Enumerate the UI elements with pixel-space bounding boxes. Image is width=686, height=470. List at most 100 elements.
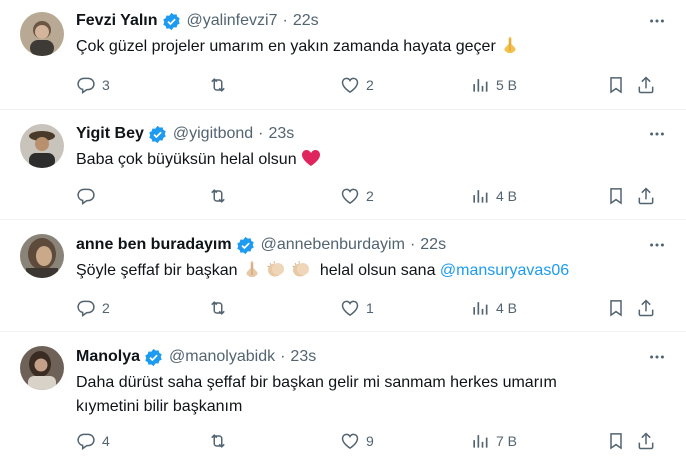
reply-icon [77, 300, 95, 317]
more-options-icon[interactable] [646, 234, 668, 256]
reply-count: 2 [102, 300, 110, 316]
like-count: 1 [366, 300, 374, 316]
tweet-text-line: Daha dürüst saha şeffaf bir başkan gelir… [76, 374, 557, 391]
share-button[interactable] [636, 186, 656, 206]
heart-icon [341, 300, 359, 316]
view-count: 7 B [496, 433, 518, 449]
share-icon [638, 299, 654, 317]
views-button[interactable]: 4 B [470, 298, 517, 318]
tweet[interactable]: Fevzi Yalın @yalinfevzi7 · 22s Çok güzel… [0, 0, 686, 110]
bookmark-button[interactable] [606, 75, 626, 95]
user-handle[interactable]: @yigitbond [173, 125, 253, 143]
avatar[interactable] [20, 12, 64, 56]
more-options-icon[interactable] [646, 10, 668, 32]
reply-button[interactable]: 4 [76, 431, 110, 451]
retweet-button[interactable] [208, 186, 234, 206]
timestamp[interactable]: 22s [420, 236, 446, 254]
folded-hands-emoji-icon [246, 261, 258, 277]
retweet-button[interactable] [208, 431, 234, 451]
tweet-actions: 2 4 B [76, 185, 668, 207]
user-handle[interactable]: @yalinfevzi7 [187, 12, 278, 30]
separator-dot: · [282, 12, 288, 29]
separator-dot: · [280, 348, 286, 365]
reply-count: 3 [102, 77, 110, 93]
avatar-image [20, 124, 64, 168]
retweet-button[interactable] [208, 75, 234, 95]
like-button[interactable]: 2 [340, 75, 374, 95]
display-name[interactable]: Manolya [76, 348, 140, 366]
reply-button[interactable]: 3 [76, 75, 110, 95]
timestamp[interactable]: 23s [269, 125, 295, 143]
view-count: 4 B [496, 300, 518, 316]
bar-chart-icon [473, 190, 488, 203]
verified-badge-icon[interactable] [144, 348, 163, 367]
share-icon [638, 76, 654, 94]
more-options-icon[interactable] [646, 346, 668, 368]
reply-icon [77, 433, 95, 450]
share-button[interactable] [636, 431, 656, 451]
share-icon [638, 187, 654, 205]
tweet-text: Daha dürüst saha şeffaf bir başkan gelir… [76, 371, 668, 419]
separator-dot: · [258, 125, 264, 142]
timestamp[interactable]: 22s [293, 12, 319, 30]
mention-link[interactable]: @mansuryavas06 [440, 262, 569, 279]
timestamp[interactable]: 23s [290, 348, 316, 366]
user-handle[interactable]: @manolyabidk [169, 348, 275, 366]
red-heart-emoji-icon [302, 150, 321, 166]
views-button[interactable]: 5 B [470, 75, 517, 95]
retweet-icon [211, 189, 225, 203]
tweet-text-body: Şöyle şeffaf bir başkan [76, 262, 238, 279]
reply-icon [77, 188, 95, 205]
heart-icon [341, 433, 359, 449]
tweet[interactable]: Yigit Bey @yigitbond · 23s Baba çok büyü… [0, 110, 686, 220]
verified-badge-icon[interactable] [236, 236, 255, 255]
tweet-text: Baba çok büyüksün helal olsun [76, 148, 668, 172]
share-icon [638, 432, 654, 450]
tweet-text-body: helal olsun sana [315, 262, 440, 279]
tweet-text-body: Baba çok büyüksün helal olsun [76, 151, 297, 168]
avatar[interactable] [20, 346, 64, 390]
tweet-text: Şöyle şeffaf bir başkan helal olsun sana… [76, 259, 668, 283]
display-name[interactable]: Fevzi Yalın [76, 12, 158, 30]
bookmark-button[interactable] [606, 186, 626, 206]
verified-badge-icon[interactable] [162, 12, 181, 31]
tweet-text-line: kıymetini bilir başkanım [76, 398, 243, 415]
bookmark-button[interactable] [606, 431, 626, 451]
clapping-hands-emoji-icon [292, 260, 309, 277]
view-count: 5 B [496, 77, 518, 93]
display-name[interactable]: anne ben buradayım [76, 236, 232, 254]
views-button[interactable]: 4 B [470, 186, 517, 206]
retweet-icon [211, 301, 225, 315]
bar-chart-icon [473, 435, 488, 448]
tweet-text: Çok güzel projeler umarım en yakın zaman… [76, 35, 668, 59]
heart-icon [341, 77, 359, 93]
reply-button[interactable]: 2 [76, 298, 110, 318]
bar-chart-icon [473, 79, 488, 92]
like-button[interactable]: 1 [340, 298, 374, 318]
heart-icon [341, 188, 359, 204]
bookmark-icon [610, 300, 622, 317]
user-handle[interactable]: @annebenburdayim [261, 236, 405, 254]
tweet[interactable]: Manolya @manolyabidk · 23s Daha dürüst s… [0, 332, 686, 470]
like-button[interactable]: 9 [340, 431, 374, 451]
folded-hands-emoji-icon [504, 37, 516, 53]
like-count: 2 [366, 188, 374, 204]
reply-feed: Fevzi Yalın @yalinfevzi7 · 22s Çok güzel… [0, 0, 686, 470]
tweet[interactable]: anne ben buradayım @annebenburdayim · 22… [0, 220, 686, 332]
retweet-button[interactable] [208, 298, 234, 318]
more-options-icon[interactable] [646, 123, 668, 145]
separator-dot: · [409, 236, 416, 253]
like-count: 2 [366, 77, 374, 93]
bookmark-button[interactable] [606, 298, 626, 318]
avatar-image [20, 12, 64, 56]
share-button[interactable] [636, 75, 656, 95]
share-button[interactable] [636, 298, 656, 318]
verified-badge-icon[interactable] [148, 125, 167, 144]
avatar[interactable] [20, 234, 64, 278]
reply-button[interactable] [76, 186, 102, 206]
avatar[interactable] [20, 124, 64, 168]
display-name[interactable]: Yigit Bey [76, 125, 144, 143]
reply-count: 4 [102, 433, 110, 449]
like-button[interactable]: 2 [340, 186, 374, 206]
views-button[interactable]: 7 B [470, 431, 517, 451]
